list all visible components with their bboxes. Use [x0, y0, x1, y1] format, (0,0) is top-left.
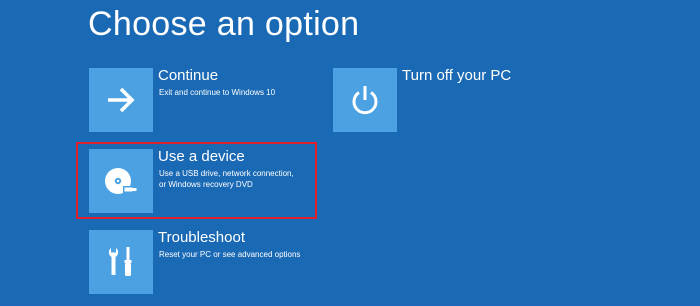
use-device-tile[interactable]: [89, 149, 153, 213]
continue-description-line: Exit and continue to Windows 10: [159, 88, 276, 97]
continue-option[interactable]: Continue Exit and continue to Windows 10: [89, 68, 319, 132]
troubleshoot-description-line: Reset your PC or see advanced options: [159, 250, 301, 259]
turn-off-tile[interactable]: [333, 68, 397, 132]
troubleshoot-option[interactable]: Troubleshoot Reset your PC or see advanc…: [89, 230, 319, 294]
tools-icon: [108, 247, 132, 276]
continue-title: Continue: [158, 67, 219, 84]
use-device-title: Use a device: [158, 148, 245, 165]
continue-description: Exit and continue to Windows 10: [159, 87, 275, 98]
use-device-description: Use a USB drive, network connection, or …: [159, 168, 294, 190]
troubleshoot-title: Troubleshoot: [158, 229, 245, 246]
power-icon: [352, 86, 378, 115]
disc-usb-icon: [105, 168, 137, 194]
use-device-description-line: or Windows recovery DVD: [159, 180, 253, 189]
page-title: Choose an option: [88, 5, 360, 43]
turn-off-option[interactable]: Turn off your PC: [333, 68, 563, 132]
troubleshoot-tile[interactable]: [89, 230, 153, 294]
continue-tile[interactable]: [89, 68, 153, 132]
use-device-option[interactable]: Use a device Use a USB drive, network co…: [89, 149, 319, 213]
troubleshoot-description: Reset your PC or see advanced options: [159, 249, 300, 260]
use-device-description-line: Use a USB drive, network connection,: [159, 169, 294, 178]
turn-off-title: Turn off your PC: [402, 67, 512, 84]
arrow-right-icon: [108, 87, 135, 113]
